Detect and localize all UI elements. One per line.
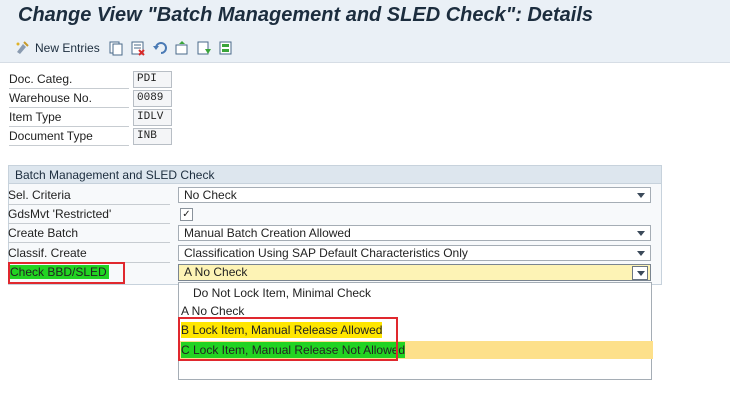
document-type-value: INB xyxy=(133,128,172,145)
gdsmvt-restricted-label: GdsMvt 'Restricted' xyxy=(8,206,170,224)
doc-categ-value: PDI xyxy=(133,71,172,88)
gdsmvt-restricted-checkbox[interactable]: ✓ xyxy=(180,208,193,221)
sel-criteria-value: No Check xyxy=(184,188,237,202)
classif-create-value: Classification Using SAP Default Charact… xyxy=(184,246,468,260)
list-item[interactable]: Do Not Lock Item, Minimal Check xyxy=(179,284,665,302)
annotation-box-label xyxy=(8,262,125,284)
page-title: Change View "Batch Management and SLED C… xyxy=(18,4,594,26)
item-type-value: IDLV xyxy=(133,109,172,126)
check-bbd-sled-value: A No Check xyxy=(184,265,248,279)
dropdown-toggle-button[interactable] xyxy=(632,266,648,280)
check-bbd-sled-dropdown[interactable]: A No Check xyxy=(178,264,651,281)
deselect-button[interactable] xyxy=(218,39,234,57)
new-entries-button[interactable]: New Entries xyxy=(14,39,100,57)
create-batch-label: Create Batch xyxy=(8,225,170,243)
select-button[interactable] xyxy=(174,39,190,57)
delete-button[interactable] xyxy=(130,39,146,57)
item-type-label: Item Type xyxy=(9,109,129,127)
new-entries-label: New Entries xyxy=(35,41,100,55)
copy-icon xyxy=(108,40,124,56)
new-entries-icon xyxy=(14,40,30,56)
classif-create-label: Classif. Create xyxy=(8,245,170,263)
undo-icon xyxy=(152,40,168,56)
title-bar: Change View "Batch Management and SLED C… xyxy=(0,0,730,34)
warehouse-no-label: Warehouse No. xyxy=(9,90,129,108)
sel-criteria-label: Sel. Criteria xyxy=(8,187,170,205)
sel-criteria-dropdown[interactable]: No Check xyxy=(178,187,651,203)
classif-create-dropdown[interactable]: Classification Using SAP Default Charact… xyxy=(178,245,651,261)
chevron-down-icon xyxy=(637,193,645,198)
check-mark-icon: ✓ xyxy=(182,209,191,220)
annotation-box-options xyxy=(178,317,398,361)
deselect-icon xyxy=(218,40,234,56)
select-all-icon xyxy=(196,40,212,56)
copy-button[interactable] xyxy=(108,39,124,57)
delete-icon xyxy=(130,40,146,56)
create-batch-value: Manual Batch Creation Allowed xyxy=(184,226,351,240)
group-title: Batch Management and SLED Check xyxy=(9,166,661,184)
chevron-down-icon xyxy=(637,271,645,276)
undo-button[interactable] xyxy=(152,39,168,57)
warehouse-no-value: 0089 xyxy=(133,90,172,107)
select-all-button[interactable] xyxy=(196,39,212,57)
create-batch-dropdown[interactable]: Manual Batch Creation Allowed xyxy=(178,225,651,241)
application-toolbar: New Entries xyxy=(0,34,730,63)
option-label: Do Not Lock Item, Minimal Check xyxy=(193,286,372,300)
select-icon xyxy=(174,40,190,56)
chevron-down-icon xyxy=(637,231,645,236)
chevron-down-icon xyxy=(637,251,645,256)
document-type-label: Document Type xyxy=(9,128,129,146)
doc-categ-label: Doc. Categ. xyxy=(9,71,129,89)
